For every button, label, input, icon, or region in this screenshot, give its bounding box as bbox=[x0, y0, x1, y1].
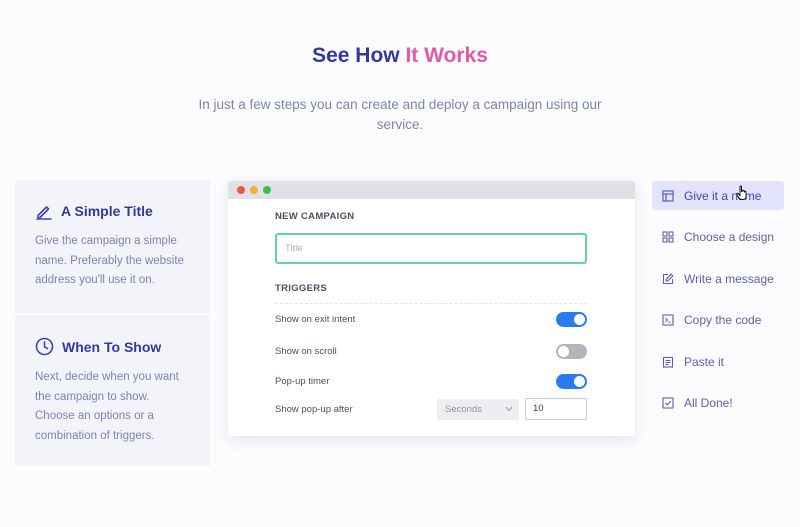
section-heading: See How It Works bbox=[0, 44, 800, 68]
trigger-scroll: Show on scroll bbox=[275, 341, 587, 361]
trigger-label: Show on scroll bbox=[275, 345, 337, 357]
steps-nav: Give it a name Choose a design Write a m… bbox=[652, 181, 784, 430]
layout-icon bbox=[662, 189, 674, 202]
hand-cursor-icon bbox=[736, 185, 747, 200]
window-titlebar bbox=[228, 181, 635, 199]
card-text: Give the campaign a simple name. Prefera… bbox=[35, 235, 184, 286]
step-card-when-to-show: When To Show Next, decide when you want … bbox=[15, 314, 210, 466]
grid-icon bbox=[662, 231, 674, 243]
terminal-icon bbox=[662, 314, 674, 326]
scroll-toggle[interactable] bbox=[556, 343, 587, 359]
show-after-row: Show pop-up after Seconds 10 bbox=[275, 398, 587, 420]
step-copy-code[interactable]: Copy the code bbox=[652, 306, 784, 335]
pencil-icon bbox=[36, 206, 52, 220]
section-subtitle: In just a few steps you can create and d… bbox=[198, 97, 602, 132]
chevron-down-icon bbox=[505, 406, 513, 412]
time-unit-value: Seconds bbox=[445, 403, 482, 415]
step-write-message[interactable]: Write a message bbox=[652, 264, 784, 293]
step-choose-design[interactable]: Choose a design bbox=[652, 223, 784, 252]
card-title: When To Show bbox=[62, 338, 162, 355]
trigger-label: Pop-up timer bbox=[275, 375, 330, 387]
step-all-done[interactable]: All Done! bbox=[652, 389, 784, 418]
show-after-label: Show pop-up after bbox=[275, 403, 353, 415]
step-label: Write a message bbox=[684, 271, 774, 286]
triggers-label: TRIGGERS bbox=[275, 283, 328, 294]
step-label: Copy the code bbox=[684, 313, 762, 327]
popup-timer-toggle[interactable] bbox=[556, 373, 587, 389]
exit-intent-toggle[interactable] bbox=[556, 311, 587, 327]
delay-input[interactable]: 10 bbox=[525, 398, 587, 420]
campaign-window: NEW CAMPAIGN Title TRIGGERS Show on exit… bbox=[228, 181, 635, 436]
triggers-divider bbox=[275, 303, 587, 304]
card-title: A Simple Title bbox=[61, 203, 153, 219]
step-card-simple-title: A Simple Title Give the campaign a simpl… bbox=[15, 180, 210, 314]
edit-icon bbox=[662, 272, 674, 284]
window-close-dot bbox=[237, 186, 245, 194]
heading-main: See How bbox=[312, 44, 406, 67]
clipboard-icon bbox=[662, 356, 674, 368]
trigger-label: Show on exit intent bbox=[275, 313, 356, 325]
new-campaign-label: NEW CAMPAIGN bbox=[275, 211, 355, 222]
step-paste-it[interactable]: Paste it bbox=[652, 347, 784, 376]
step-give-name[interactable]: Give it a name bbox=[652, 181, 784, 210]
step-label: Paste it bbox=[684, 354, 725, 369]
card-text: Next, decide when you want the campaign … bbox=[35, 371, 179, 442]
check-square-icon bbox=[662, 397, 674, 409]
clock-icon bbox=[35, 337, 54, 356]
window-maximize-dot bbox=[263, 186, 271, 194]
step-label: All Done! bbox=[684, 396, 733, 410]
trigger-popup-timer: Pop-up timer bbox=[275, 371, 587, 391]
time-unit-select[interactable]: Seconds bbox=[437, 398, 519, 420]
campaign-title-input[interactable]: Title bbox=[275, 233, 587, 264]
step-label: Choose a design bbox=[684, 230, 775, 244]
heading-accent: It Works bbox=[405, 44, 488, 67]
trigger-exit-intent: Show on exit intent bbox=[275, 309, 587, 329]
window-minimize-dot bbox=[250, 186, 258, 194]
